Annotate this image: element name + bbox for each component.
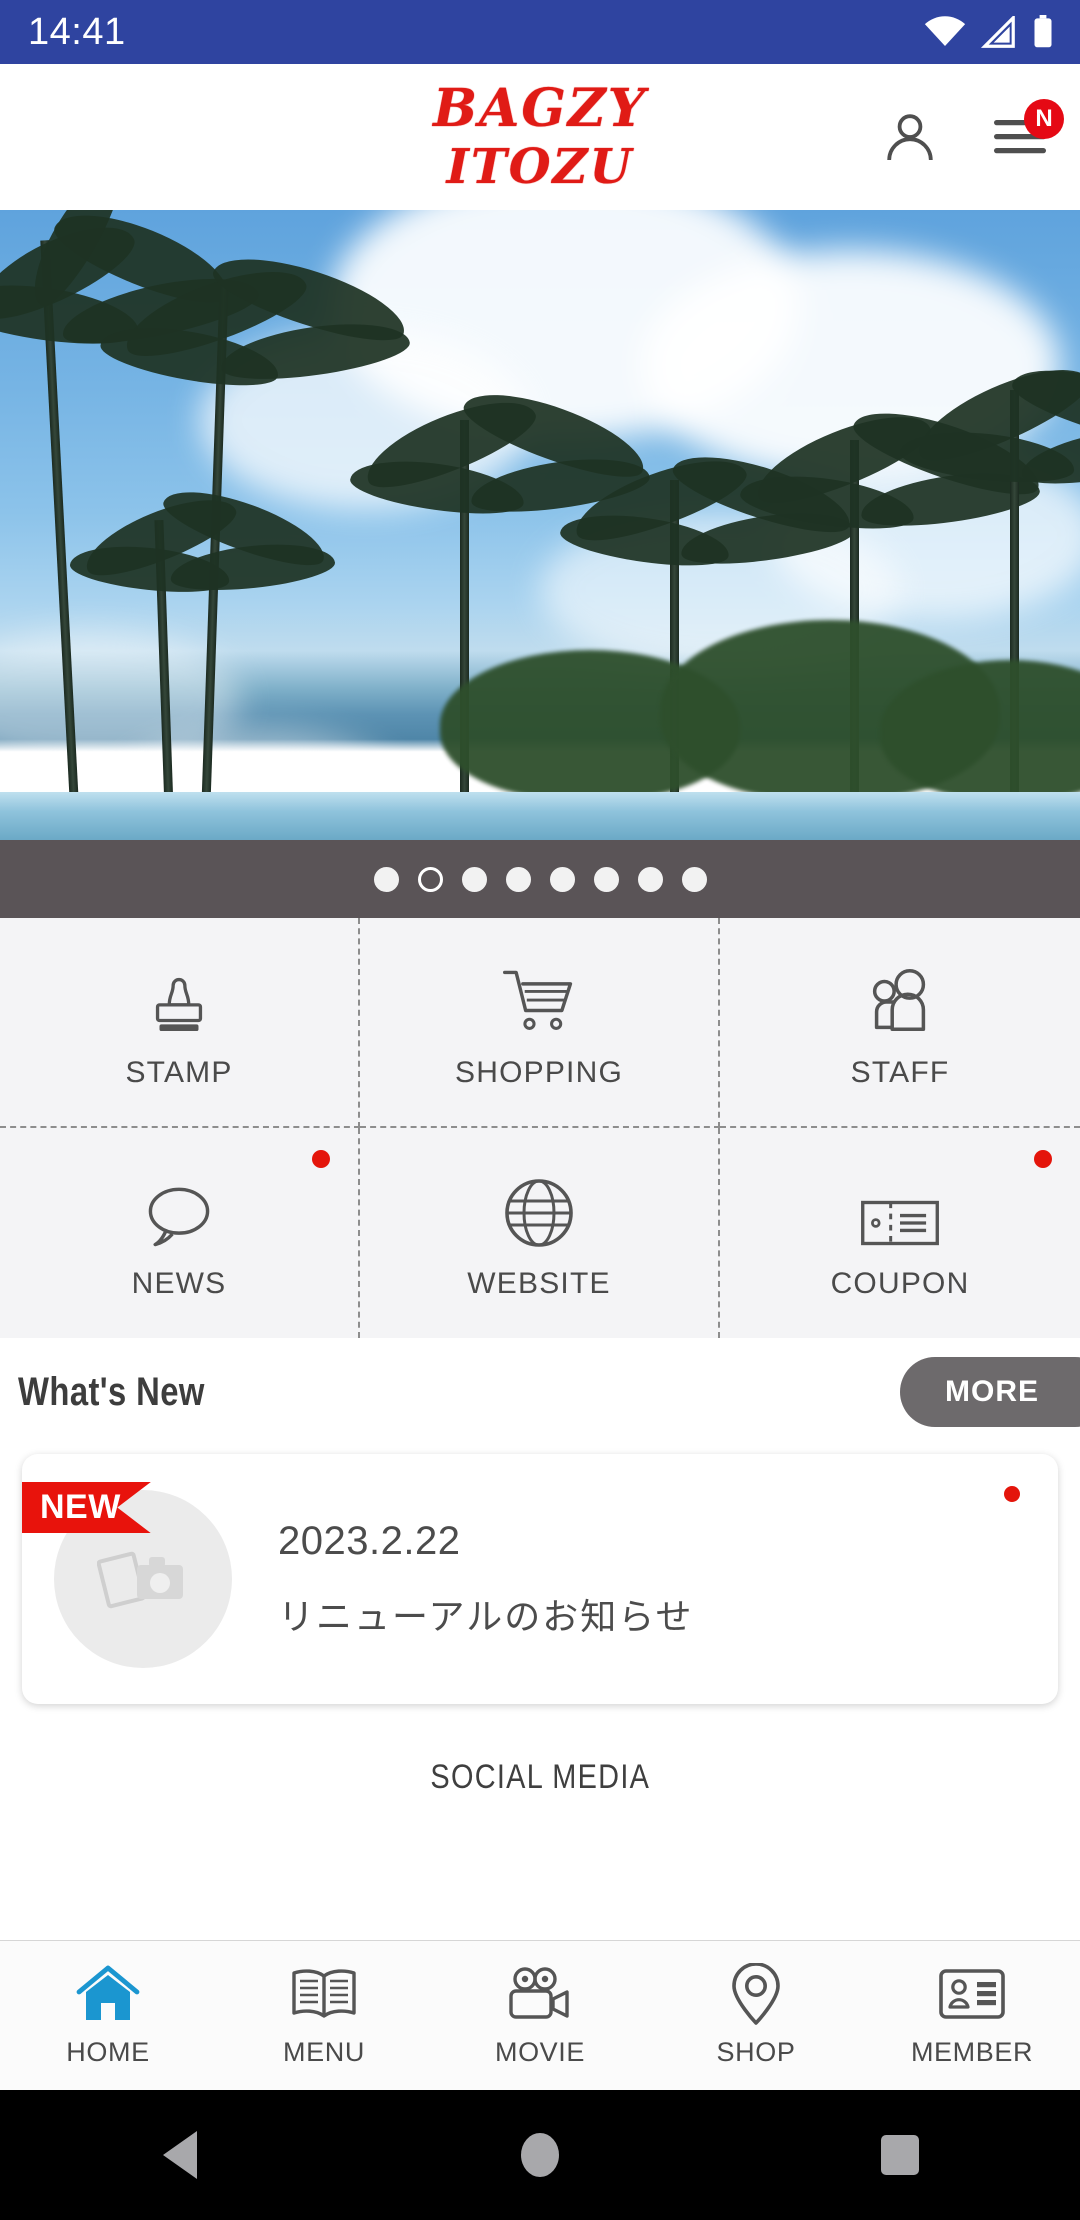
- carousel-dot-7[interactable]: [637, 866, 663, 892]
- page-title: What's New: [18, 1369, 205, 1414]
- carousel-dot-1[interactable]: [373, 866, 399, 892]
- carousel-dot-2[interactable]: [417, 866, 443, 892]
- news-item-date: 2023.2.22: [278, 1518, 461, 1563]
- hero-photo: [0, 210, 1080, 840]
- ticket-icon: [859, 1165, 941, 1251]
- bottom-tab-bar: HOME MENU MOVIE SHOP MEMBER: [0, 1940, 1080, 2090]
- tab-label: MOVIE: [494, 2037, 585, 2067]
- id-card-icon: [937, 1963, 1007, 2025]
- carousel-dot-8[interactable]: [681, 866, 707, 892]
- staff-people-icon: [861, 954, 939, 1040]
- app-header: BAGZY ITOZU N: [0, 64, 1080, 210]
- carousel-pagination: [0, 840, 1080, 918]
- more-button[interactable]: MORE: [900, 1357, 1080, 1427]
- menu-item-coupon[interactable]: COUPON: [720, 1128, 1080, 1338]
- menu-item-label: COUPON: [830, 1267, 970, 1300]
- tab-home[interactable]: HOME: [0, 1941, 216, 2090]
- coupon-notification-dot: [1034, 1150, 1052, 1168]
- cellular-signal-icon: [980, 16, 1018, 48]
- news-list-item[interactable]: NEW 2023.2.22 リニューアルのお知らせ: [22, 1454, 1058, 1704]
- android-recents-button[interactable]: [800, 2090, 1000, 2220]
- menu-item-label: WEBSITE: [467, 1267, 611, 1300]
- news-item-body: 2023.2.22 リニューアルのお知らせ: [278, 1519, 693, 1640]
- globe-icon: [501, 1165, 577, 1251]
- tab-label: HOME: [66, 2037, 150, 2067]
- video-camera-icon: [505, 1963, 575, 2025]
- android-back-button[interactable]: [80, 2090, 280, 2220]
- news-item-unread-dot: [1004, 1486, 1020, 1502]
- status-icons: [924, 15, 1054, 49]
- menu-item-label: STAFF: [850, 1056, 950, 1089]
- whats-new-header: What's New MORE: [0, 1344, 1080, 1440]
- app-screen: 14:41 BAGZY ITOZU N STAMP SHOPPING STAFF…: [0, 0, 1080, 2220]
- status-time: 14:41: [28, 11, 126, 53]
- social-media-title: SOCIAL MEDIA: [430, 1758, 650, 1796]
- hamburger-menu-button[interactable]: N: [984, 99, 1064, 173]
- menu-item-news[interactable]: NEWS: [0, 1128, 360, 1338]
- carousel-dot-3[interactable]: [461, 866, 487, 892]
- menu-item-staff[interactable]: STAFF: [720, 918, 1080, 1128]
- android-home-button[interactable]: [440, 2090, 640, 2220]
- wifi-icon: [924, 16, 966, 48]
- menu-item-label: NEWS: [131, 1267, 227, 1300]
- news-notification-dot: [312, 1150, 330, 1168]
- tab-shop[interactable]: SHOP: [648, 1941, 864, 2090]
- home-icon: [75, 1963, 141, 2025]
- back-triangle-icon: [163, 2131, 197, 2179]
- person-icon: [884, 110, 936, 165]
- status-bar: 14:41: [0, 0, 1080, 64]
- shopping-cart-icon: [499, 954, 579, 1040]
- tab-movie[interactable]: MOVIE: [432, 1941, 648, 2090]
- social-media-section: SOCIAL MEDIA: [0, 1704, 1080, 1940]
- tab-label: SHOP: [716, 2037, 796, 2067]
- photo-placeholder-icon: [96, 1541, 189, 1618]
- menu-item-website[interactable]: WEBSITE: [360, 1128, 720, 1338]
- hero-carousel-image[interactable]: [0, 210, 1080, 840]
- carousel-dot-6[interactable]: [593, 866, 619, 892]
- menu-item-shopping[interactable]: SHOPPING: [360, 918, 720, 1128]
- home-circle-icon: [521, 2133, 559, 2177]
- carousel-dot-4[interactable]: [505, 866, 531, 892]
- stamp-icon: [140, 954, 218, 1040]
- account-button[interactable]: [874, 101, 946, 173]
- tab-label: MEMBER: [910, 2037, 1034, 2067]
- menu-item-label: SHOPPING: [455, 1056, 623, 1089]
- ocean-horizon: [0, 792, 1080, 840]
- open-book-icon: [290, 1963, 358, 2025]
- battery-icon: [1032, 15, 1054, 49]
- menu-item-stamp[interactable]: STAMP: [0, 918, 360, 1128]
- menu-item-label: STAMP: [125, 1056, 233, 1089]
- tab-menu[interactable]: MENU: [216, 1941, 432, 2090]
- menu-notification-badge: N: [1024, 99, 1064, 139]
- tab-label: MENU: [283, 2037, 365, 2067]
- speech-bubble-icon: [139, 1165, 219, 1251]
- news-item-title: リニューアルのお知らせ: [278, 1596, 694, 1638]
- android-navigation-bar: [0, 2090, 1080, 2220]
- carousel-dot-5[interactable]: [549, 866, 575, 892]
- whats-new-section: What's New MORE NEW 2023.2.22 リニューアルのお知ら…: [0, 1338, 1080, 1704]
- recents-square-icon: [881, 2135, 919, 2175]
- map-pin-icon: [728, 1963, 784, 2025]
- header-actions: N: [874, 99, 1064, 173]
- tab-member[interactable]: MEMBER: [864, 1941, 1080, 2090]
- quick-menu-grid: STAMP SHOPPING STAFF NEWS WEBSITE COUPON: [0, 918, 1080, 1338]
